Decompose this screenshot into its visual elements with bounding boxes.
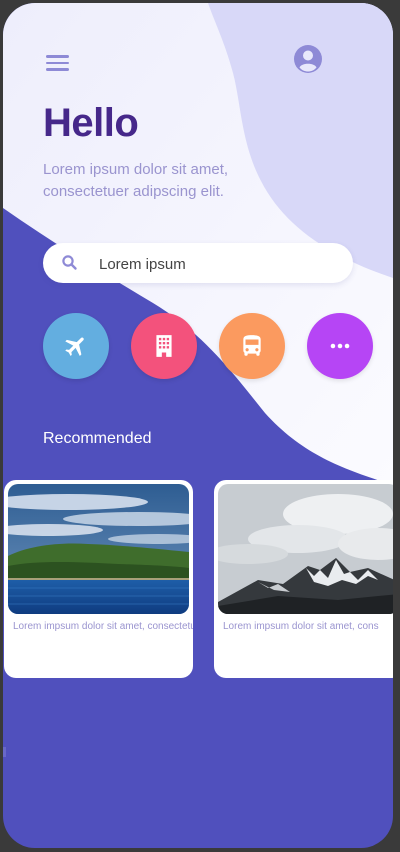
category-bus-button[interactable] — [219, 313, 285, 379]
phone-screen: Hello Lorem ipsum dolor sit amet, consec… — [3, 3, 393, 848]
menu-line — [46, 55, 69, 58]
bus-icon — [243, 335, 261, 356]
search-input[interactable] — [97, 243, 341, 285]
menu-button[interactable] — [43, 49, 73, 77]
card-caption: Lorem impsum dolor sit amet, cons — [223, 621, 379, 632]
category-hotels-button[interactable] — [131, 313, 197, 379]
menu-line — [46, 68, 69, 71]
account-circle-icon — [294, 45, 322, 73]
recommended-heading: Recommended — [43, 430, 152, 447]
menu-line — [46, 61, 69, 64]
account-button[interactable] — [293, 44, 323, 74]
airplane-icon — [65, 337, 84, 356]
recommended-card-1[interactable]: Lorem impsum dolor sit amet, consectetue… — [4, 480, 193, 678]
search-icon[interactable] — [61, 254, 79, 272]
card-caption: Lorem impsum dolor sit amet, consectetue… — [13, 621, 193, 632]
recommended-card-2[interactable]: Lorem impsum dolor sit amet, cons — [214, 480, 393, 678]
category-flights-button[interactable] — [43, 313, 109, 379]
category-more-button[interactable] — [307, 313, 373, 379]
building-icon — [156, 335, 172, 357]
search-bar — [43, 243, 353, 285]
scroll-indicator — [3, 747, 6, 757]
lake-island-photo — [8, 484, 189, 614]
snowy-mountain-photo — [218, 484, 393, 614]
page-subtitle: Lorem ipsum dolor sit amet, consectetuer… — [43, 161, 229, 200]
page-title: Hello — [43, 101, 139, 145]
more-dots-icon — [330, 343, 350, 349]
